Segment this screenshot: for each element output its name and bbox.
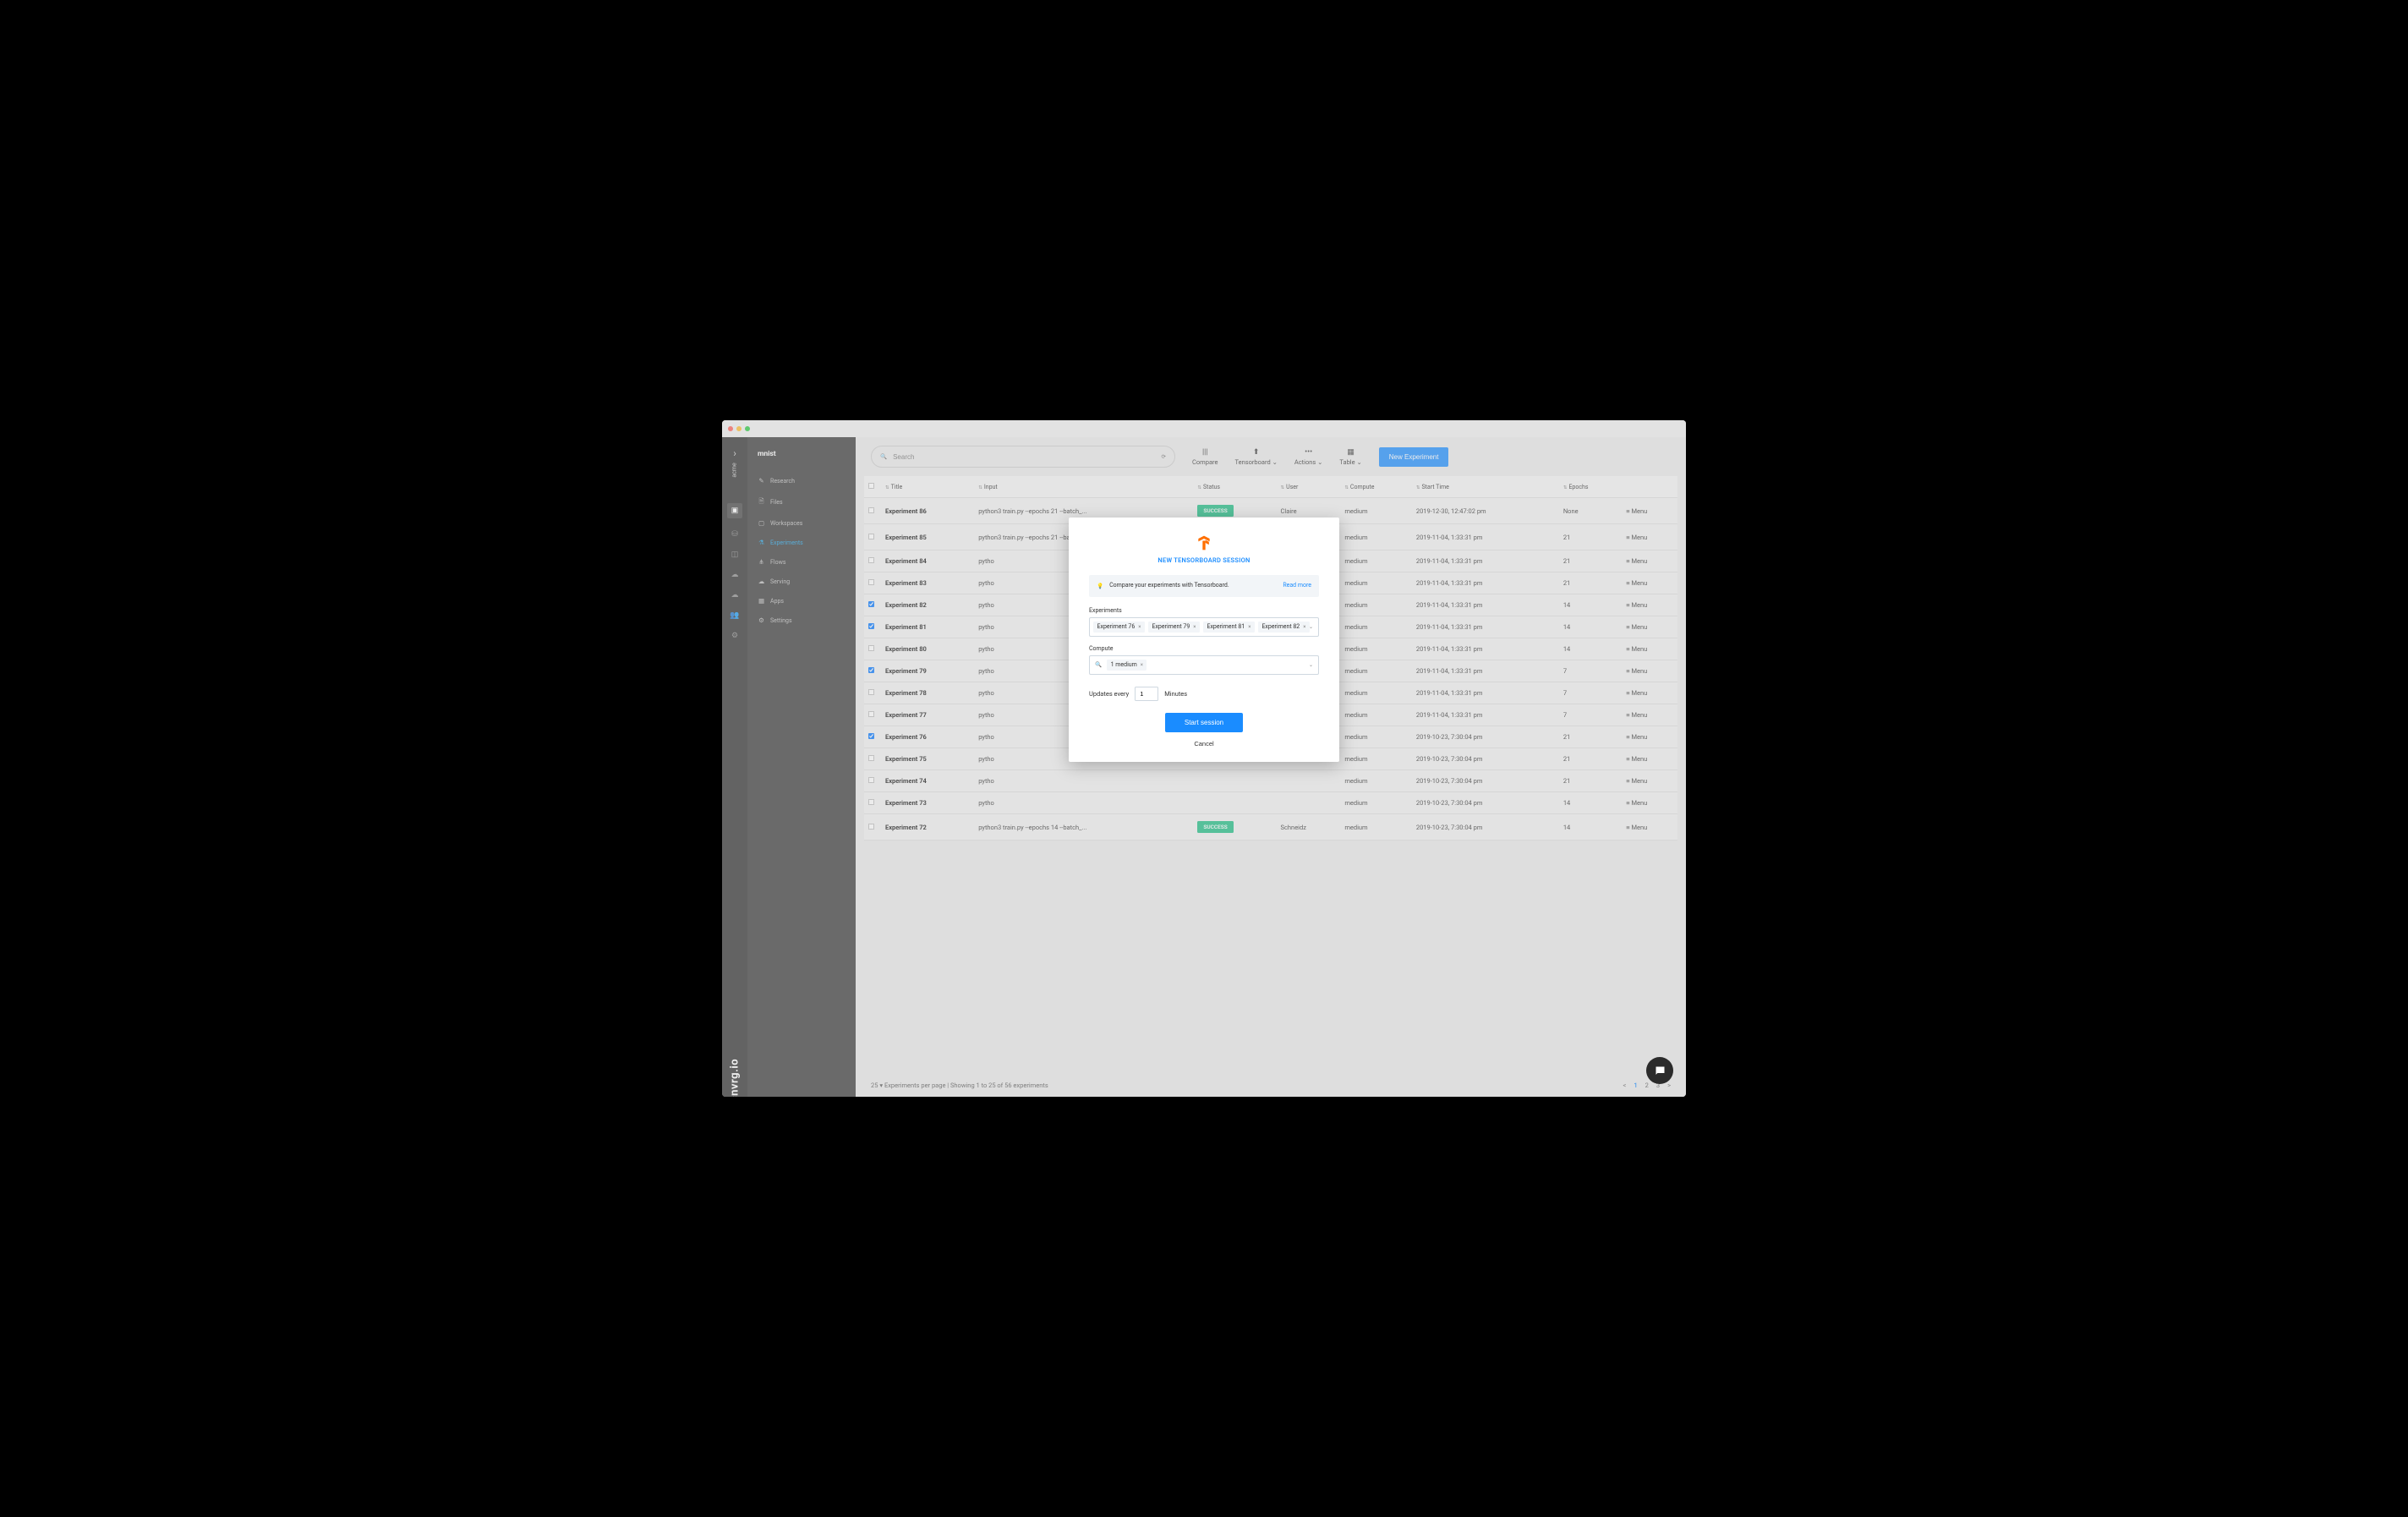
experiments-multiselect[interactable]: Experiment 76×Experiment 79×Experiment 8… [1089,617,1319,637]
experiments-field-label: Experiments [1089,607,1319,614]
search-icon: 🔍 [1095,661,1102,668]
remove-tag-icon[interactable]: × [1193,624,1196,630]
chevron-down-icon: ⌄ [1309,624,1313,630]
tensorboard-modal: NEW TENSORBOARD SESSION 💡 Compare your e… [1069,518,1339,762]
updates-interval-input[interactable] [1135,687,1158,701]
experiment-tag[interactable]: Experiment 79× [1148,622,1200,633]
start-session-button[interactable]: Start session [1165,713,1243,732]
experiment-tag[interactable]: Experiment 81× [1203,622,1255,633]
lightbulb-icon: 💡 [1097,583,1103,589]
remove-tag-icon[interactable]: × [1138,624,1141,630]
remove-tag-icon[interactable]: × [1248,624,1251,630]
cancel-button[interactable]: Cancel [1192,738,1215,749]
modal-overlay[interactable]: NEW TENSORBOARD SESSION 💡 Compare your e… [722,420,1686,1097]
modal-title: NEW TENSORBOARD SESSION [1089,556,1319,564]
updates-label-pre: Updates every [1089,690,1129,698]
compute-field-label: Compute [1089,645,1319,652]
modal-info-text: Compare your experiments with Tensorboar… [1109,582,1277,590]
updates-label-post: Minutes [1164,690,1187,698]
app-window: › acme ▣ ⛁ ◫ ☁ ☁ 👥 ⚙ cnvrg.io mnist ✎Res… [722,420,1686,1097]
tensorflow-icon [1089,534,1319,553]
compute-tag[interactable]: 1 medium× [1107,660,1147,671]
compute-select[interactable]: 🔍 1 medium× ⌄ [1089,655,1319,675]
remove-tag-icon[interactable]: × [1303,624,1305,630]
experiment-tag[interactable]: Experiment 76× [1093,622,1145,633]
chevron-down-icon: ⌄ [1309,662,1313,668]
remove-tag-icon[interactable]: × [1141,662,1143,668]
read-more-link[interactable]: Read more [1283,582,1311,589]
experiment-tag[interactable]: Experiment 82× [1258,622,1310,633]
chat-fab[interactable] [1646,1057,1673,1084]
modal-info-box: 💡 Compare your experiments with Tensorbo… [1089,575,1319,597]
